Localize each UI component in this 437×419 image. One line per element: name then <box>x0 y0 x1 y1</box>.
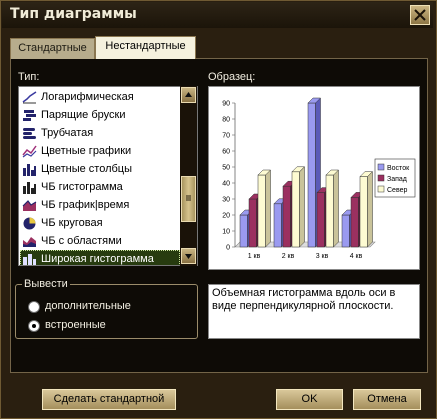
type-list-item-label: Логарифмическая <box>41 91 134 103</box>
chart-bar <box>350 197 359 248</box>
type-list-item-label: ЧБ круговая <box>41 217 103 229</box>
legend-label: Восток <box>387 165 410 172</box>
legend-swatch <box>377 163 385 171</box>
chart-bar <box>248 198 257 248</box>
y-tick-label: 40 <box>222 181 230 188</box>
type-list-item-label: ЧБ график|время <box>41 199 130 211</box>
radio-additional[interactable] <box>28 301 40 313</box>
chart-bar-side <box>367 170 373 248</box>
chart-bar <box>316 192 325 248</box>
tube-chart-icon <box>23 128 36 139</box>
sample-preview: 0 10 20 30 40 50 60 70 80 90 1 кв 2 кв 3 кв 4 кв Восто… <box>208 86 420 270</box>
chart-bar <box>282 185 291 248</box>
chart-bar-side <box>299 166 305 248</box>
type-list-item[interactable]: Цветные графики <box>20 142 180 160</box>
legend-swatch <box>377 185 385 193</box>
chart-type-list[interactable]: Логарифмическая Парящие бруски Трубчатая Цв… <box>18 86 198 266</box>
type-list-item-label: Парящие бруски <box>41 109 126 121</box>
type-list-item[interactable]: Логарифмическая <box>20 88 180 106</box>
sample-label: Образец: <box>208 71 256 83</box>
output-legend: Вывести <box>22 278 70 290</box>
close-icon <box>414 9 426 21</box>
radio-builtin[interactable] <box>28 320 40 332</box>
y-tick-label: 70 <box>222 133 230 140</box>
x-tick-label: 4 кв <box>350 253 363 260</box>
ok-button[interactable]: OK <box>275 388 344 411</box>
type-list-item[interactable]: Цветные столбцы <box>20 160 180 178</box>
type-list-item[interactable]: Широкая гистограмма <box>20 250 180 265</box>
scroll-up-button[interactable] <box>181 87 196 103</box>
scroll-thumb[interactable] <box>181 176 196 222</box>
type-list-item-label: Цветные графики <box>41 145 132 157</box>
legend-label: Север <box>387 187 407 194</box>
y-tick-label: 80 <box>222 117 230 124</box>
type-list-item[interactable]: ЧБ график|время <box>20 196 180 214</box>
legend-label: Запад <box>387 176 407 183</box>
color-columns-icon <box>23 164 36 176</box>
legend-swatch <box>377 174 385 182</box>
chart-bar <box>273 203 282 248</box>
wide-histogram-icon <box>23 254 36 265</box>
y-tick-label: 50 <box>222 165 230 172</box>
log-chart-icon <box>22 91 37 104</box>
type-list-scrollbar[interactable] <box>180 86 197 266</box>
type-list-item[interactable]: ЧБ с областями <box>20 232 180 250</box>
type-list-item[interactable]: Трубчатая <box>20 124 180 142</box>
type-list-item-label: ЧБ гистограмма <box>41 181 123 193</box>
bw-pie-icon <box>23 217 36 230</box>
radio-selected-dot <box>32 324 36 328</box>
cancel-button[interactable]: Отмена <box>352 388 422 411</box>
type-list-item[interactable]: ЧБ круговая <box>20 214 180 232</box>
bw-line-time-icon <box>22 200 37 211</box>
y-tick-label: 90 <box>222 101 230 108</box>
chart-bar <box>341 214 350 248</box>
arrow-up-icon <box>185 92 192 97</box>
type-label: Тип: <box>18 71 40 83</box>
type-list-item-label: Цветные столбцы <box>41 163 133 175</box>
y-tick-label: 30 <box>222 197 230 204</box>
type-list-item[interactable]: ЧБ гистограмма <box>20 178 180 196</box>
chart-bar <box>291 171 300 248</box>
x-tick-label: 3 кв <box>316 253 329 260</box>
chart-type-description: Объемная гистограмма вдоль оси в виде пе… <box>208 284 420 339</box>
sample-chart: 0 10 20 30 40 50 60 70 80 90 1 кв 2 кв 3 кв 4 кв Восто… <box>222 97 416 260</box>
bw-histogram-icon <box>23 182 36 194</box>
x-tick-label: 1 кв <box>248 253 261 260</box>
arrow-down-icon <box>185 254 192 259</box>
radio-additional-label[interactable]: дополнительные <box>45 300 131 312</box>
tab-custom[interactable]: Нестандартные <box>95 36 196 59</box>
chart-bar <box>325 174 334 248</box>
x-tick-label: 2 кв <box>282 253 295 260</box>
chart-bar-side <box>333 169 339 248</box>
type-list-item[interactable]: Парящие бруски <box>20 106 180 124</box>
type-list-item-label: ЧБ с областями <box>41 235 122 247</box>
y-tick-label: 20 <box>222 213 230 220</box>
scroll-down-button[interactable] <box>181 248 196 264</box>
floating-bars-icon <box>23 110 36 121</box>
y-tick-label: 10 <box>222 229 230 236</box>
type-list-item-label: Трубчатая <box>41 127 94 139</box>
chart-bar <box>239 214 248 248</box>
type-list-item-label: Широкая гистограмма <box>41 253 154 265</box>
chart-bar-side <box>265 169 271 248</box>
dialog-title: Тип диаграммы <box>10 6 137 22</box>
chart-bar <box>257 174 266 248</box>
close-button[interactable] <box>410 5 430 25</box>
chart-bar <box>307 102 316 248</box>
radio-builtin-label[interactable]: встроенные <box>45 319 106 331</box>
y-tick-label: 0 <box>226 245 230 252</box>
set-default-button[interactable]: Сделать стандартной <box>41 388 177 411</box>
chart-bar <box>359 176 368 248</box>
color-lines-icon <box>22 145 37 158</box>
title-bar: Тип диаграммы <box>2 2 433 28</box>
grip-icon <box>186 195 191 201</box>
y-tick-label: 60 <box>222 149 230 156</box>
tab-standard[interactable]: Стандартные <box>10 38 95 59</box>
bw-area-icon <box>23 237 36 247</box>
